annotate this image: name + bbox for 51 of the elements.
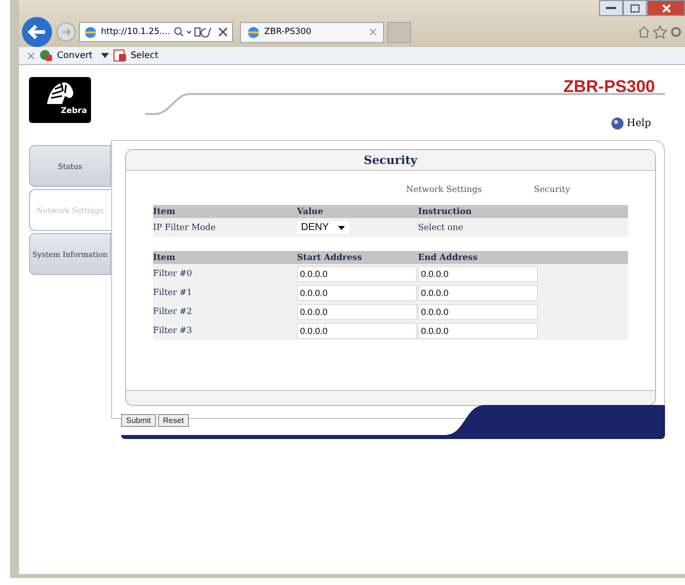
close-icon	[662, 4, 670, 12]
start-address-field[interactable]: 0.0.0.0	[297, 322, 417, 338]
close-icon[interactable]	[218, 27, 228, 37]
help-icon	[610, 117, 624, 130]
close-button[interactable]	[647, 0, 685, 16]
globe-icon	[84, 26, 97, 38]
start-address-field[interactable]: 0.0.0.0	[297, 284, 417, 300]
end-address-field[interactable]: 0.0.0.0	[418, 284, 538, 300]
breadcrumb-item[interactable]: Security	[534, 185, 570, 195]
globe-icon	[247, 26, 260, 38]
minimize-button[interactable]	[599, 0, 623, 16]
help-link[interactable]: Help	[610, 117, 651, 130]
column-header: Value	[297, 206, 324, 216]
panel-title: Security	[126, 150, 655, 171]
logo-text: Zebra	[60, 106, 87, 115]
table-cell-text: Select one	[418, 222, 464, 232]
start-address-field[interactable]: 0.0.0.0	[297, 304, 417, 320]
caret-icon	[338, 226, 345, 230]
select-button[interactable]: Select	[130, 50, 158, 60]
column-header: Item	[153, 206, 176, 216]
end-address-field[interactable]: 0.0.0.0	[418, 304, 538, 320]
end-address-field[interactable]: 0.0.0.0	[418, 322, 538, 338]
maximize-icon	[630, 4, 640, 12]
end-address-field[interactable]: 0.0.0.0	[418, 266, 538, 282]
convert-button[interactable]: Convert	[57, 50, 93, 60]
minimize-icon	[606, 6, 616, 10]
back-button[interactable]	[21, 16, 53, 48]
column-header: End Address	[418, 252, 478, 262]
form-button[interactable]: Submit	[121, 414, 156, 427]
breadcrumb-item[interactable]: Network Settings	[406, 185, 482, 195]
model-name: ZBR-PS300	[563, 77, 655, 97]
table-cell-text: Filter #3	[153, 326, 194, 336]
convert-icon	[39, 49, 53, 62]
address-text: http://10.1.25....	[101, 27, 170, 37]
column-header: Item	[153, 252, 176, 262]
table-cell-text: IP Filter Mode	[153, 222, 217, 232]
select-icon	[112, 49, 127, 62]
address-controls-icon	[174, 26, 214, 38]
table-cell-text: Filter #0	[153, 268, 194, 278]
caret-icon[interactable]	[100, 53, 109, 58]
column-header: Start Address	[297, 252, 363, 262]
address-bar[interactable]: http://10.1.25....	[79, 22, 234, 42]
table-cell-text: Filter #1	[153, 288, 194, 298]
browser-tab[interactable]: ZBR-PS300	[240, 22, 384, 42]
form-button[interactable]: Reset	[158, 414, 189, 427]
column-header: Instruction	[418, 206, 473, 216]
table-cell-text: Filter #2	[153, 306, 194, 316]
mode-dropdown[interactable]: DENY	[297, 221, 349, 234]
tab-title: ZBR-PS300	[264, 27, 312, 37]
maximize-button[interactable]	[623, 0, 647, 16]
start-address-field[interactable]: 0.0.0.0	[297, 266, 417, 282]
